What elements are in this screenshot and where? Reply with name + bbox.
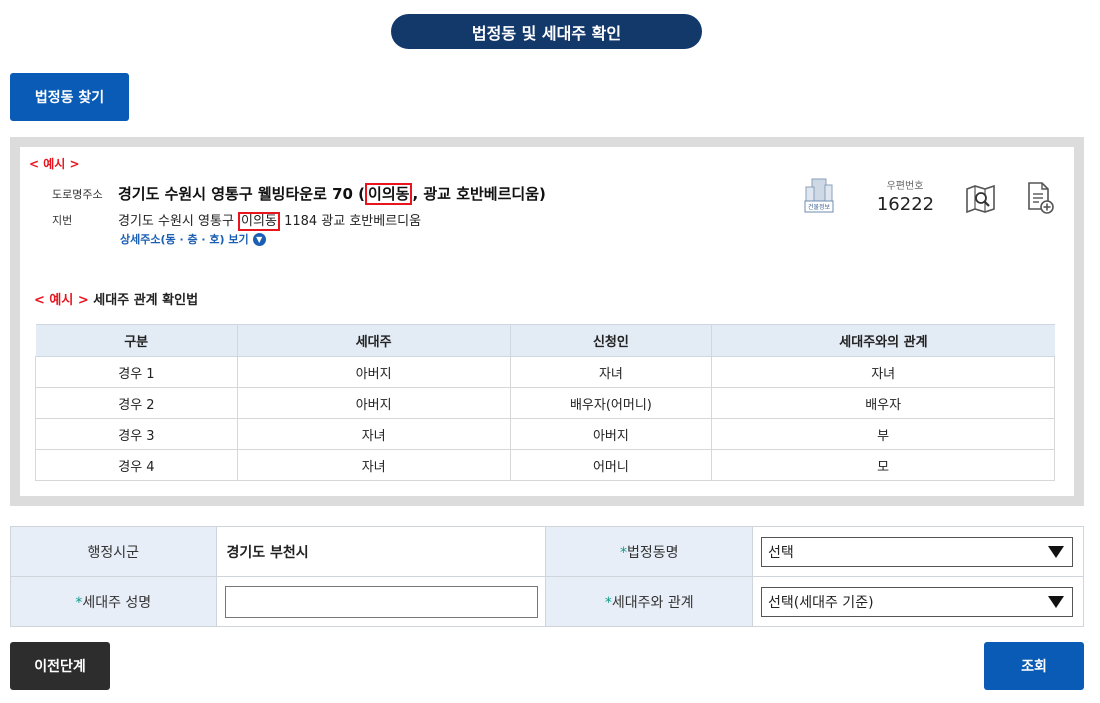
district-label: 행정시군 [10, 526, 217, 577]
find-dong-button[interactable]: 법정동 찾기 [10, 73, 129, 121]
road-address-highlight: 이의동 [365, 183, 413, 205]
table-cell: 아버지 [236, 356, 511, 388]
jibun-address-highlight: 이의동 [238, 212, 280, 231]
road-address-tag: 도로명주소 [52, 187, 103, 201]
example-label: < 예시 > [29, 157, 80, 171]
relation-select-value: 선택(세대주 기준) [768, 594, 874, 611]
relation-guide-example-label: < 예시 > [34, 293, 89, 308]
table-cell: 자녀 [236, 449, 511, 481]
district-value-cell: 경기도 부천시 [215, 526, 547, 577]
table-row: 경우 4 자녀 어머니 모 [35, 449, 1055, 481]
table-cell: 어머니 [509, 449, 713, 481]
detail-address-link[interactable]: 상세주소(동 · 층 · 호) 보기 ▼ [120, 231, 266, 247]
required-mark: * [604, 594, 612, 611]
householder-name-label-text: 세대주 성명 [82, 594, 152, 611]
example-panel: < 예시 > 도로명주소 경기도 수원시 영통구 웰빙타운로 70 (이의동, … [10, 137, 1084, 506]
dong-label: *법정동명 [545, 526, 753, 577]
building-icon[interactable]: 건물정보 [803, 175, 835, 219]
dong-select[interactable]: 선택 [761, 536, 1073, 567]
road-address-row: 도로명주소 경기도 수원시 영통구 웰빙타운로 70 (이의동, 광교 호반베르… [52, 183, 546, 205]
jibun-address-tag: 지번 [52, 213, 73, 227]
relation-select-cell: 선택(세대주 기준) [752, 576, 1084, 627]
relation-label-text: 세대주와 관계 [611, 594, 694, 611]
relation-select[interactable]: 선택(세대주 기준) [761, 586, 1073, 617]
district-value: 경기도 부천시 [226, 544, 309, 561]
table-cell: 아버지 [236, 387, 511, 419]
table-cell: 아버지 [509, 418, 713, 450]
table-cell: 부 [711, 418, 1055, 450]
householder-name-cell [215, 576, 547, 627]
chevron-down-icon: ▼ [252, 232, 266, 246]
table-cell: 경우 2 [35, 387, 238, 419]
table-cell: 자녀 [509, 356, 713, 388]
jibun-address-prefix: 경기도 수원시 영통구 [118, 214, 239, 229]
postal-code-label: 우편번호 [886, 181, 924, 192]
form-row-1: 행정시군 경기도 부천시 *법정동명 선택 [10, 526, 1084, 577]
previous-step-button[interactable]: 이전단계 [10, 642, 110, 690]
table-cell: 경우 1 [35, 356, 238, 388]
table-cell: 배우자 [711, 387, 1055, 419]
column-header: 세대주와의 관계 [711, 324, 1055, 357]
relation-guide-title: < 예시 > 세대주 관계 확인법 [34, 289, 198, 308]
table-cell: 모 [711, 449, 1055, 481]
road-address-prefix: 경기도 수원시 영통구 웰빙타운로 70 ( [118, 185, 366, 203]
jibun-address-suffix: 1184 광교 호반베르디움 [279, 214, 422, 229]
jibun-address: 경기도 수원시 영통구 이의동 1184 광교 호반베르디움 [118, 210, 422, 231]
column-header: 구분 [35, 324, 238, 357]
householder-name-input[interactable] [224, 585, 538, 618]
table-cell: 자녀 [711, 356, 1055, 388]
relation-table: 구분 세대주 신청인 세대주와의 관계 경우 1 아버지 자녀 자녀 경우 2 … [35, 324, 1055, 481]
table-row: 경우 3 자녀 아버지 부 [35, 418, 1055, 450]
building-icon-text: 건물정보 [808, 203, 831, 211]
query-button[interactable]: 조회 [984, 642, 1084, 690]
dropdown-arrow-icon [1048, 545, 1064, 558]
dropdown-arrow-icon [1048, 595, 1064, 608]
relation-label: *세대주와 관계 [545, 576, 753, 627]
table-cell: 경우 4 [35, 449, 238, 481]
relation-table-header: 구분 세대주 신청인 세대주와의 관계 [35, 324, 1055, 357]
table-row: 경우 2 아버지 배우자(어머니) 배우자 [35, 387, 1055, 419]
document-add-icon[interactable] [1025, 181, 1055, 219]
road-address-suffix: , 광교 호반베르디움) [412, 185, 546, 203]
column-header: 세대주 [237, 324, 511, 357]
search-form: 행정시군 경기도 부천시 *법정동명 선택 *세대주 성명 *세대주와 관계 선… [10, 526, 1084, 627]
postal-code: 16222 [876, 194, 935, 215]
table-row: 경우 1 아버지 자녀 자녀 [35, 356, 1055, 388]
page-title: 법정동 및 세대주 확인 [391, 14, 702, 49]
column-header: 신청인 [510, 324, 713, 357]
road-address: 경기도 수원시 영통구 웰빙타운로 70 (이의동, 광교 호반베르디움) [118, 183, 546, 205]
householder-name-label: *세대주 성명 [10, 576, 217, 627]
detail-address-link-label: 상세주소(동 · 층 · 호) 보기 [120, 233, 249, 246]
dong-select-value: 선택 [768, 544, 794, 561]
example-content: < 예시 > 도로명주소 경기도 수원시 영통구 웰빙타운로 70 (이의동, … [20, 147, 1074, 496]
map-search-icon[interactable] [964, 183, 998, 219]
dong-select-cell: 선택 [752, 526, 1084, 577]
table-cell: 자녀 [236, 418, 511, 450]
relation-guide-label: 세대주 관계 확인법 [88, 293, 199, 308]
dong-label-text: 법정동명 [626, 544, 679, 561]
table-cell: 배우자(어머니) [509, 387, 713, 419]
table-cell: 경우 3 [35, 418, 238, 450]
required-mark: * [619, 544, 627, 561]
form-row-2: *세대주 성명 *세대주와 관계 선택(세대주 기준) [10, 576, 1084, 627]
jibun-address-row: 지번 경기도 수원시 영통구 이의동 1184 광교 호반베르디움 [52, 210, 422, 231]
